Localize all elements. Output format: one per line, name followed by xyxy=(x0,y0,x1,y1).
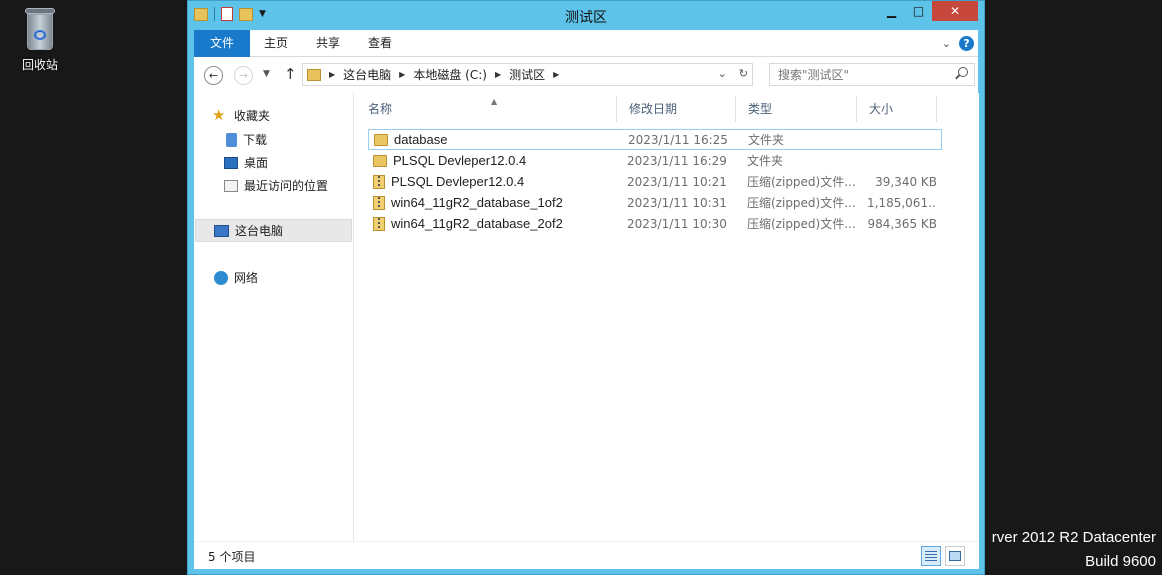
file-size: 1,185,061... xyxy=(867,195,937,210)
tab-file[interactable]: 文件 xyxy=(194,30,250,57)
search-box[interactable] xyxy=(769,63,975,86)
file-size: 39,340 KB xyxy=(875,174,937,189)
file-name: PLSQL Devleper12.0.4 xyxy=(391,174,525,189)
recycle-bin-label: 回收站 xyxy=(21,58,58,72)
sidebar-item-recent-places[interactable]: 最近访问的位置 xyxy=(224,177,328,194)
forward-button[interactable]: → xyxy=(234,66,253,85)
zip-folder-icon xyxy=(373,216,385,231)
tab-share[interactable]: 共享 xyxy=(302,30,354,57)
chevron-right-icon[interactable]: ▶ xyxy=(495,70,501,79)
status-bar: 5 个项目 xyxy=(194,541,979,569)
file-list: ▲ 名称 修改日期 类型 大小 database 2023/1/11 16:25… xyxy=(356,93,979,541)
maximize-button[interactable]: □ xyxy=(905,1,932,21)
file-row[interactable]: win64_11gR2_database_1of2 2023/1/11 10:3… xyxy=(368,192,942,213)
file-type: 文件夹 xyxy=(748,133,785,147)
folder-icon xyxy=(373,154,387,167)
file-type: 压缩(zipped)文件... xyxy=(747,196,856,210)
zip-folder-icon xyxy=(373,195,385,210)
back-button[interactable]: ← xyxy=(204,66,223,85)
recycle-bin-shortcut[interactable]: 回收站 xyxy=(12,6,68,73)
sidebar-item-label: 桌面 xyxy=(244,156,269,170)
file-size: 984,365 KB xyxy=(867,216,937,231)
item-count: 5 个项目 xyxy=(208,550,256,564)
file-row[interactable]: PLSQL Devleper12.0.4 2023/1/11 10:21 压缩(… xyxy=(368,171,942,192)
explorer-body: ★ 收藏夹 下载 桌面 最近访问的位置 这台电脑 网络 ▲ 名称 修改日期 类型… xyxy=(194,93,979,541)
navigation-pane: ★ 收藏夹 下载 桌面 最近访问的位置 这台电脑 网络 xyxy=(194,93,354,541)
column-header-modified[interactable]: 修改日期 xyxy=(617,96,736,122)
breadcrumb-test-area[interactable]: 测试区 xyxy=(509,66,545,83)
details-view-icon xyxy=(925,551,937,561)
refresh-icon[interactable]: ↻ xyxy=(739,67,748,80)
sidebar-item-label: 最近访问的位置 xyxy=(244,179,329,193)
file-name: win64_11gR2_database_1of2 xyxy=(391,195,563,210)
address-bar[interactable]: ▶ 这台电脑 ▶ 本地磁盘 (C:) ▶ 测试区 ▶ ⌄ ↻ xyxy=(302,63,753,86)
title-bar[interactable]: ▼ 测试区 ▁ □ ✕ xyxy=(188,1,984,30)
sidebar-item-label: 下载 xyxy=(243,133,268,147)
desktop-icon xyxy=(224,156,238,169)
sidebar-item-favorites[interactable]: ★ 收藏夹 xyxy=(212,107,270,124)
search-input[interactable] xyxy=(770,64,940,85)
file-row[interactable]: database 2023/1/11 16:25 文件夹 xyxy=(368,129,942,150)
file-modified: 2023/1/11 10:30 xyxy=(627,216,727,231)
file-modified: 2023/1/11 10:21 xyxy=(627,174,727,189)
help-icon[interactable]: ? xyxy=(959,36,974,51)
explorer-window: ▼ 测试区 ▁ □ ✕ 文件 主页 共享 查看 ⌄ ? ← → ▼ ↑ ▶ 这台… xyxy=(187,0,985,575)
sidebar-item-downloads[interactable]: 下载 xyxy=(226,131,267,148)
chevron-right-icon[interactable]: ▶ xyxy=(329,70,335,79)
file-modified: 2023/1/11 16:25 xyxy=(628,132,728,147)
tab-view[interactable]: 查看 xyxy=(354,30,406,57)
sidebar-item-desktop[interactable]: 桌面 xyxy=(224,154,268,171)
breadcrumb-this-pc[interactable]: 这台电脑 xyxy=(343,66,391,83)
downloads-icon xyxy=(226,132,237,147)
folder-icon xyxy=(307,68,321,81)
details-view-button[interactable] xyxy=(921,546,941,566)
file-name: PLSQL Devleper12.0.4 xyxy=(393,153,527,168)
recycle-bin-icon xyxy=(23,6,57,52)
file-row[interactable]: win64_11gR2_database_2of2 2023/1/11 10:3… xyxy=(368,213,942,234)
file-modified: 2023/1/11 16:29 xyxy=(627,153,727,168)
file-name: win64_11gR2_database_2of2 xyxy=(391,216,563,231)
column-headers: ▲ 名称 修改日期 类型 大小 xyxy=(356,96,948,122)
ribbon: 文件 主页 共享 查看 ⌄ ? xyxy=(194,30,978,57)
recent-locations-icon[interactable]: ▼ xyxy=(263,69,270,79)
large-icons-view-icon xyxy=(949,551,961,561)
network-icon xyxy=(214,270,228,285)
close-button[interactable]: ✕ xyxy=(932,1,978,21)
expand-ribbon-icon[interactable]: ⌄ xyxy=(942,37,951,50)
file-type: 压缩(zipped)文件... xyxy=(747,175,856,189)
column-header-size[interactable]: 大小 xyxy=(857,96,937,122)
sidebar-item-label: 这台电脑 xyxy=(235,224,284,238)
up-button[interactable]: ↑ xyxy=(284,65,297,83)
zip-folder-icon xyxy=(373,174,385,189)
search-icon[interactable] xyxy=(958,67,968,77)
sidebar-item-this-pc[interactable]: 这台电脑 xyxy=(195,219,352,242)
chevron-right-icon[interactable]: ▶ xyxy=(553,70,559,79)
file-name: database xyxy=(394,132,448,147)
sidebar-item-label: 网络 xyxy=(234,271,259,285)
chevron-right-icon[interactable]: ▶ xyxy=(399,70,405,79)
breadcrumb-local-disk[interactable]: 本地磁盘 (C:) xyxy=(413,66,487,83)
window-title: 测试区 xyxy=(565,10,607,26)
address-history-icon[interactable]: ⌄ xyxy=(718,67,727,80)
sidebar-item-label: 收藏夹 xyxy=(234,109,271,123)
os-watermark-edition: rver 2012 R2 Datacenter xyxy=(991,529,1156,546)
file-type: 文件夹 xyxy=(747,154,784,168)
star-icon: ★ xyxy=(212,106,226,124)
sort-ascending-icon: ▲ xyxy=(491,97,498,106)
column-header-name[interactable]: ▲ 名称 xyxy=(356,96,617,122)
column-header-type[interactable]: 类型 xyxy=(736,96,857,122)
large-icons-view-button[interactable] xyxy=(945,546,965,566)
file-type: 压缩(zipped)文件... xyxy=(747,217,856,231)
sidebar-item-network[interactable]: 网络 xyxy=(214,269,258,286)
navigation-bar: ← → ▼ ↑ ▶ 这台电脑 ▶ 本地磁盘 (C:) ▶ 测试区 ▶ ⌄ ↻ xyxy=(194,57,978,93)
minimize-button[interactable]: ▁ xyxy=(878,1,905,21)
folder-icon xyxy=(374,133,388,146)
file-modified: 2023/1/11 10:31 xyxy=(627,195,727,210)
file-row[interactable]: PLSQL Devleper12.0.4 2023/1/11 16:29 文件夹 xyxy=(368,150,942,171)
os-watermark-build: Build 9600 xyxy=(1085,553,1156,570)
tab-home[interactable]: 主页 xyxy=(250,30,302,57)
computer-icon xyxy=(214,224,229,237)
recent-places-icon xyxy=(224,179,238,192)
